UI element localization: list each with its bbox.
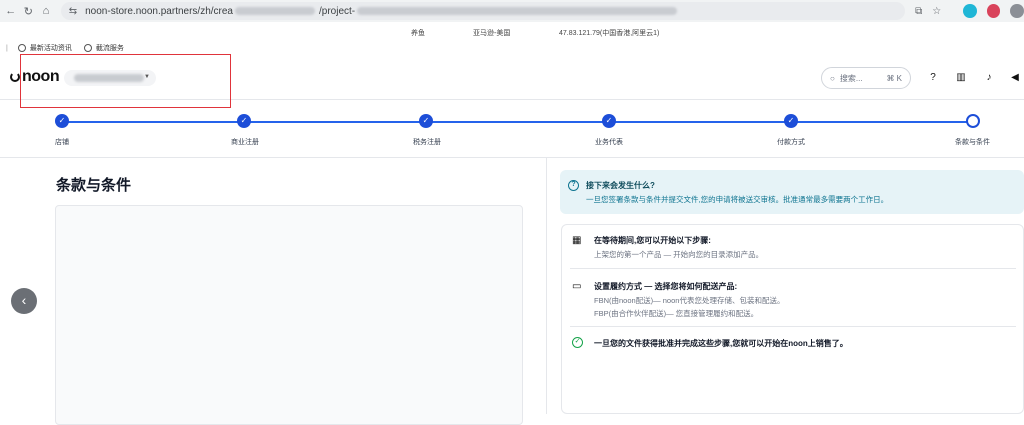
logo-arc-icon <box>10 72 20 82</box>
search-shortcut: ⌘ K <box>886 73 902 83</box>
bookmark-item[interactable]: 截流服务 <box>83 43 124 53</box>
step-label[interactable]: 付款方式 <box>777 137 805 147</box>
back-icon[interactable]: ← <box>4 5 18 17</box>
blurred-url-part <box>235 7 315 15</box>
next-step-title: 设置履约方式 — 选择您将如何配送产品: <box>594 282 738 291</box>
step-complete-icon: ✓ <box>784 114 798 128</box>
extension-icon[interactable] <box>986 4 1001 18</box>
divider <box>570 326 1016 327</box>
address-bar[interactable]: ⇆ noon-store.noon.partners/zh/crea /proj… <box>60 2 906 20</box>
step-complete-icon: ✓ <box>237 114 251 128</box>
step-label[interactable]: 条款与条件 <box>955 137 990 147</box>
book-icon[interactable]: ▥ <box>955 72 967 84</box>
step-label[interactable]: 店铺 <box>55 137 69 147</box>
next-step-desc: FBP(由合作伙伴配送)— 您直接管理履约和配送。 <box>594 309 759 318</box>
bookmark-label: 截流服务 <box>95 45 124 52</box>
bookmark-star-icon[interactable]: ☆ <box>932 6 941 17</box>
blurred-url-part <box>357 7 678 15</box>
notification-bell-icon[interactable]: ♪ <box>983 72 995 84</box>
bookmarks-divider: | <box>6 44 8 52</box>
info-item: 养鱼 <box>411 30 425 37</box>
step-complete-icon: ✓ <box>419 114 433 128</box>
url-prefix: noon-store.noon.partners/zh/crea <box>85 5 233 17</box>
divider <box>570 268 1016 269</box>
grid-icon: ▦ <box>572 235 582 246</box>
info-card: ? 接下来会发生什么? 一旦您签署条款与条件并提交文件,您的申请将被送交审核。批… <box>560 170 1024 214</box>
site-settings-icon[interactable]: ⇆ <box>69 6 77 17</box>
step-current-icon <box>966 114 980 128</box>
info-icon: ? <box>568 180 579 191</box>
page-title: 条款与条件 <box>56 177 132 194</box>
announcement-icon[interactable]: ◀ <box>1009 72 1021 84</box>
next-step-title: 一旦您的文件获得批准并完成这些步骤,您就可以开始在noon上销售了。 <box>594 339 848 348</box>
step-label[interactable]: 商业注册 <box>231 137 259 147</box>
info-item: 47.83.121.79(中国香港,阿里云1) <box>559 30 660 37</box>
home-icon[interactable]: ⌂ <box>39 5 53 17</box>
profile-icon[interactable] <box>1010 4 1024 18</box>
back-arrow-button[interactable]: ‹ <box>11 288 37 314</box>
search-placeholder: 搜索... <box>839 73 863 83</box>
info-body: 一旦您签署条款与条件并提交文件,您的申请将被送交审核。批准通常最多需要两个工作日… <box>586 195 889 204</box>
extension-icon[interactable] <box>963 4 977 18</box>
step-complete-icon: ✓ <box>602 114 616 128</box>
main-content: 条款与条件 ‹ ? 接下来会发生什么? 一旦您签署条款与条件并提交文件,您的申请… <box>0 158 1024 425</box>
help-icon[interactable]: ? <box>927 72 939 84</box>
stepper-line <box>62 121 972 123</box>
step-label[interactable]: 业务代表 <box>595 137 623 147</box>
globe-icon <box>83 44 92 52</box>
terms-document-panel[interactable] <box>55 205 523 425</box>
reload-icon[interactable]: ↻ <box>22 5 36 18</box>
info-item: 亚马逊-美国 <box>473 30 511 37</box>
truck-icon: ▭ <box>572 281 582 292</box>
next-step-title: 在等待期间,您可以开始以下步骤: <box>594 236 711 245</box>
progress-stepper: ✓ ✓ ✓ ✓ ✓ 店铺 商业注册 税务注册 业务代表 付款方式 条款与条件 <box>0 100 1024 158</box>
bookmark-label: 最新活动资讯 <box>29 45 72 52</box>
next-step-desc: 上架您的第一个产品 — 开始向您的目录添加产品。 <box>594 250 764 259</box>
check-circle-icon: ✓ <box>572 337 583 348</box>
step-label[interactable]: 税务注册 <box>413 137 441 147</box>
step-complete-icon: ✓ <box>55 114 69 128</box>
globe-icon <box>17 44 26 52</box>
translate-icon[interactable]: ⧉ <box>915 6 922 17</box>
url-suffix: /project- <box>319 5 356 17</box>
column-divider <box>546 158 547 414</box>
search-icon: ○ <box>830 73 835 83</box>
next-steps-card: ▦ 在等待期间,您可以开始以下步骤: 上架您的第一个产品 — 开始向您的目录添加… <box>561 224 1024 414</box>
info-title: 接下来会发生什么? <box>586 181 655 190</box>
next-step-desc: FBN(由noon配送)— noon代表您处理存储、包装和配送。 <box>594 296 785 305</box>
search-input[interactable]: ○ 搜索... ⌘ K <box>821 67 911 89</box>
browser-toolbar: ← ↻ ⌂ ⇆ noon-store.noon.partners/zh/crea… <box>0 0 1024 22</box>
info-bar: 养鱼 亚马逊-美国 47.83.121.79(中国香港,阿里云1) <box>0 22 1024 40</box>
bookmark-item[interactable]: 最新活动资讯 <box>17 43 72 53</box>
